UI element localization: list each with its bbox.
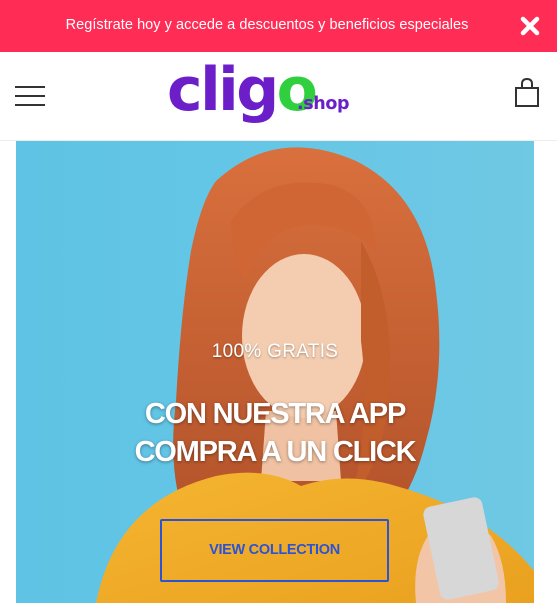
site-logo[interactable]: cligo .shop — [165, 55, 355, 136]
hero-banner[interactable]: 100% GRATIS CON NUESTRA APP COMPRA A UN … — [16, 141, 534, 603]
logo-suffix: .shop — [297, 94, 350, 114]
logo-wordmark: cligo — [167, 55, 318, 125]
promo-banner: Regístrate hoy y accede a descuentos y b… — [0, 0, 557, 52]
hamburger-menu-icon[interactable] — [10, 78, 50, 114]
hero-headline: CON NUESTRA APP COMPRA A UN CLICK — [16, 395, 534, 471]
hero-tagline: 100% GRATIS — [211, 341, 339, 362]
view-collection-button[interactable]: VIEW COLLECTION — [160, 519, 389, 582]
hero-headline-line-1: CON NUESTRA APP — [144, 398, 406, 430]
close-icon[interactable] — [514, 10, 546, 42]
hero-headline-line-2: COMPRA A UN CLICK — [134, 436, 417, 468]
site-header: cligo .shop — [0, 52, 557, 141]
promo-text-link[interactable]: Regístrate hoy y accede a descuentos y b… — [0, 0, 534, 52]
shopping-bag-icon[interactable] — [510, 76, 544, 110]
